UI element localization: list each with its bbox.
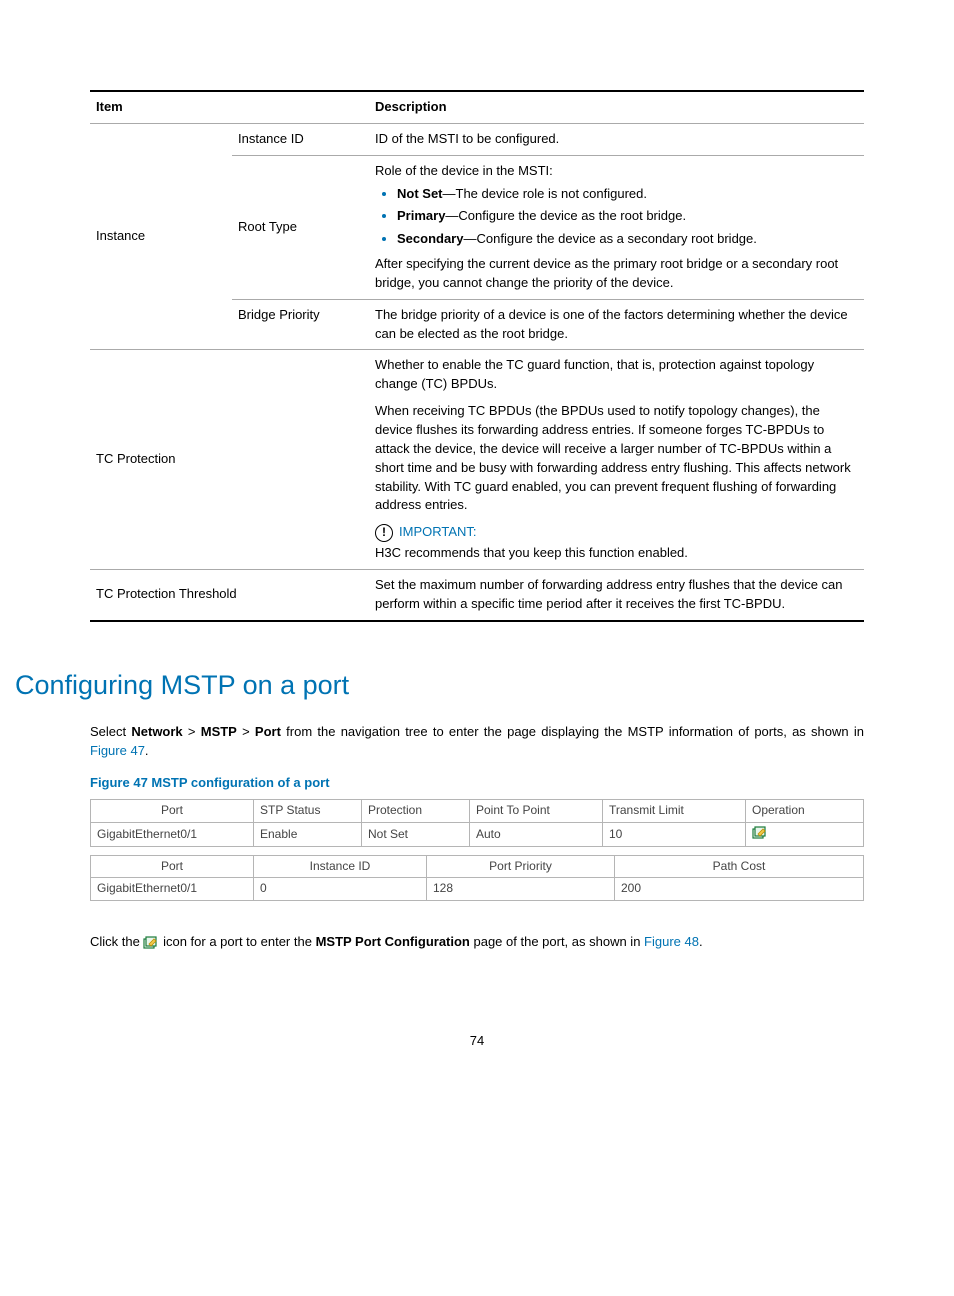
cell-tc-protection-label: TC Protection [90, 350, 369, 569]
cell-port: GigabitEthernet0/1 [91, 822, 254, 846]
cell2-pc: 200 [615, 878, 864, 900]
figure-48-link[interactable]: Figure 48 [644, 934, 699, 949]
section-title: Configuring MSTP on a port [15, 666, 864, 705]
cell-instance: Instance [90, 123, 232, 350]
cell2-inst: 0 [254, 878, 427, 900]
cell-tc-threshold-label: TC Protection Threshold [90, 569, 369, 620]
mstp-port-table-1: Port STP Status Protection Point To Poin… [90, 799, 864, 847]
figure-47-caption: Figure 47 MSTP configuration of a port [90, 774, 864, 793]
cell-root-type-desc: Role of the device in the MSTI: Not Set—… [369, 155, 864, 299]
col-point-to-point[interactable]: Point To Point [470, 800, 603, 822]
col2-path-cost[interactable]: Path Cost [615, 856, 864, 878]
root-type-secondary: Secondary—Configure the device as a seco… [397, 230, 858, 249]
table-row: GigabitEthernet0/1 0 128 200 [91, 878, 864, 900]
root-type-notset: Not Set—The device role is not configure… [397, 185, 858, 204]
col2-port-priority[interactable]: Port Priority [427, 856, 615, 878]
description-table: Item Description Instance Instance ID ID… [90, 90, 864, 622]
figure-47-tables: Port STP Status Protection Point To Poin… [90, 799, 864, 901]
cell-stp: Enable [254, 822, 362, 846]
edit-icon[interactable] [752, 825, 768, 839]
col2-instance-id[interactable]: Instance ID [254, 856, 427, 878]
important-row: ! IMPORTANT: [375, 523, 858, 542]
col-operation: Operation [746, 800, 864, 822]
breadcrumb-network: Network [131, 724, 182, 739]
mstp-port-config-bold: MSTP Port Configuration [316, 934, 470, 949]
body-para-2: Click the icon for a port to enter the M… [90, 933, 864, 952]
cell-instance-id-desc: ID of the MSTI to be configured. [369, 123, 864, 155]
breadcrumb-mstp: MSTP [201, 724, 237, 739]
tc-protection-p1: Whether to enable the TC guard function,… [375, 356, 858, 394]
mstp-port-table-2: Port Instance ID Port Priority Path Cost… [90, 855, 864, 901]
edit-icon [143, 935, 159, 949]
header-description: Description [369, 91, 864, 123]
root-type-after: After specifying the current device as t… [375, 255, 858, 293]
table-row: GigabitEthernet0/1 Enable Not Set Auto 1… [91, 822, 864, 846]
root-type-intro: Role of the device in the MSTI: [375, 162, 858, 181]
col2-port[interactable]: Port [91, 856, 254, 878]
header-item: Item [90, 91, 369, 123]
root-type-primary: Primary—Configure the device as the root… [397, 207, 858, 226]
cell2-port: GigabitEthernet0/1 [91, 878, 254, 900]
cell-tc-protection-desc: Whether to enable the TC guard function,… [369, 350, 864, 569]
cell-prot: Not Set [362, 822, 470, 846]
breadcrumb-port: Port [255, 724, 281, 739]
tc-protection-p2: When receiving TC BPDUs (the BPDUs used … [375, 402, 858, 515]
col-port[interactable]: Port [91, 800, 254, 822]
cell-p2p: Auto [470, 822, 603, 846]
cell-instance-id-label: Instance ID [232, 123, 369, 155]
cell-tc-threshold-desc: Set the maximum number of forwarding add… [369, 569, 864, 620]
col-protection[interactable]: Protection [362, 800, 470, 822]
important-label: IMPORTANT: [399, 523, 477, 542]
tc-protection-p3: H3C recommends that you keep this functi… [375, 544, 858, 563]
col-transmit-limit[interactable]: Transmit Limit [603, 800, 746, 822]
cell-tx: 10 [603, 822, 746, 846]
cell-operation [746, 822, 864, 846]
col-stp-status[interactable]: STP Status [254, 800, 362, 822]
cell-root-type-label: Root Type [232, 155, 369, 299]
cell-bridge-priority-label: Bridge Priority [232, 299, 369, 350]
important-icon: ! [375, 524, 393, 542]
cell2-pp: 128 [427, 878, 615, 900]
root-type-list: Not Set—The device role is not configure… [375, 185, 858, 250]
figure-47-link[interactable]: Figure 47 [90, 743, 145, 758]
body-para-1: Select Network > MSTP > Port from the na… [90, 723, 864, 761]
page-number: 74 [90, 1032, 864, 1051]
cell-bridge-priority-desc: The bridge priority of a device is one o… [369, 299, 864, 350]
